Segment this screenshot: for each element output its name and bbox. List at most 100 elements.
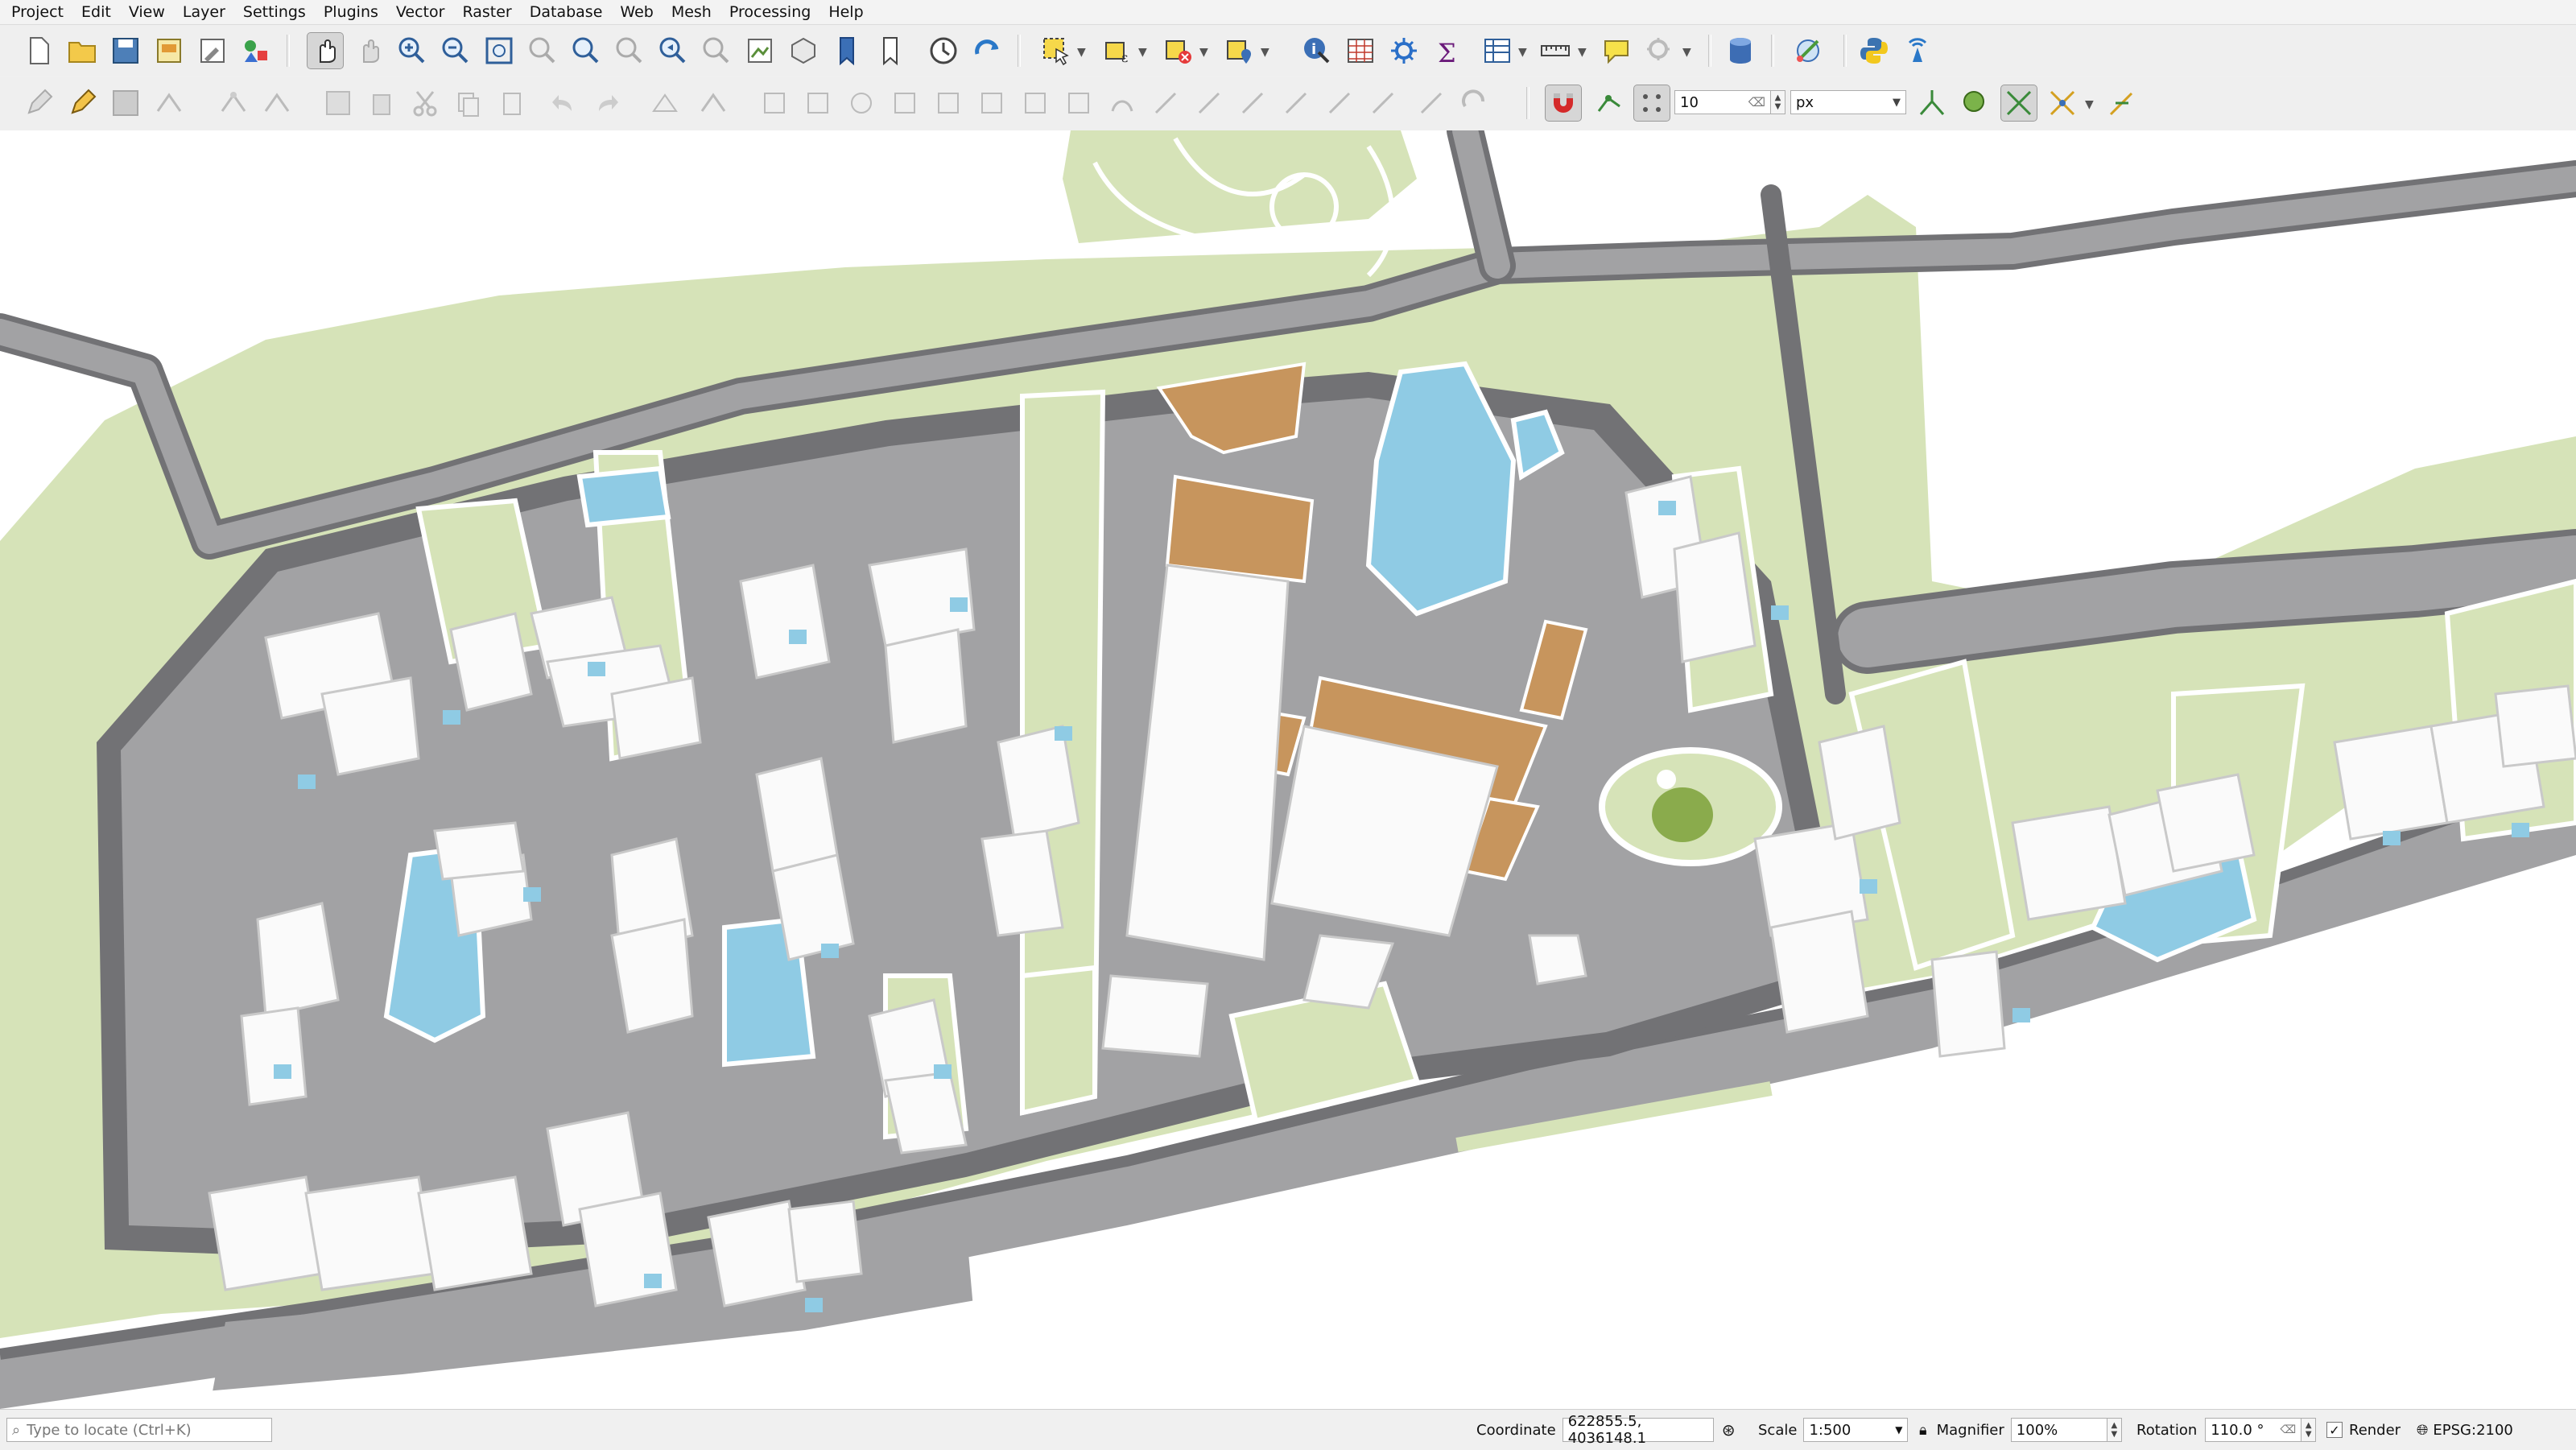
annotation-icon[interactable] <box>1642 33 1678 68</box>
menu-edit[interactable]: Edit <box>72 0 120 24</box>
chevron-down-icon[interactable]: ▼ <box>1578 46 1587 59</box>
coordinate-field[interactable]: 622855.5, 4036148.1 <box>1562 1413 1714 1447</box>
temporal-controller-icon[interactable] <box>926 33 961 68</box>
map-canvas[interactable] <box>0 130 2576 1409</box>
reshape-icon[interactable] <box>1061 85 1096 121</box>
select-by-expression-icon[interactable]: ε <box>1100 33 1135 68</box>
attribute-table-icon[interactable] <box>1343 33 1378 68</box>
rotate-label-icon[interactable] <box>1457 85 1492 121</box>
snapping-vertex-icon[interactable] <box>1592 85 1628 121</box>
menu-web[interactable]: Web <box>611 0 662 24</box>
menu-view[interactable]: View <box>120 0 174 24</box>
toggle-editing-icon[interactable] <box>64 85 100 121</box>
clear-icon[interactable]: ⌫ <box>2280 1423 2296 1436</box>
pan-to-selection-icon[interactable] <box>351 33 386 68</box>
add-ring-icon[interactable] <box>844 85 879 121</box>
vertex-editor-icon[interactable] <box>259 85 295 121</box>
magnifier-field[interactable]: 100% <box>2010 1418 2107 1442</box>
offset-curve-icon[interactable] <box>1104 85 1140 121</box>
menu-layer[interactable]: Layer <box>174 0 234 24</box>
chevron-down-icon[interactable]: ▼ <box>1138 46 1147 59</box>
paste-icon[interactable] <box>494 85 530 121</box>
chevron-down-icon[interactable]: ▼ <box>1261 46 1269 59</box>
vertex-tool-icon[interactable] <box>216 85 251 121</box>
merge-features-icon[interactable] <box>1235 85 1270 121</box>
refresh-icon[interactable] <box>969 33 1005 68</box>
rotate-point-icon[interactable] <box>1322 85 1357 121</box>
field-calculator-icon[interactable]: Σ <box>1430 33 1465 68</box>
georeferencer-icon[interactable] <box>1790 33 1826 68</box>
copy-icon[interactable] <box>451 85 486 121</box>
chevron-down-icon[interactable]: ▼ <box>1199 46 1208 59</box>
zoom-out-icon[interactable] <box>438 33 473 68</box>
save-edits-icon[interactable] <box>108 85 143 121</box>
zoom-native-icon[interactable] <box>612 33 647 68</box>
identify-icon[interactable]: i <box>1299 33 1335 68</box>
python-console-icon[interactable] <box>1856 33 1892 68</box>
digitize-icon[interactable] <box>151 85 187 121</box>
trim-extend-icon[interactable] <box>1365 85 1401 121</box>
locator-input[interactable]: ⌕ Type to locate (Ctrl+K) <box>6 1418 272 1442</box>
merge-attributes-icon[interactable] <box>1278 85 1314 121</box>
new-bookmark-icon[interactable] <box>829 33 865 68</box>
crs-label[interactable]: EPSG:2100 <box>2433 1422 2512 1439</box>
menu-help[interactable]: Help <box>819 0 872 24</box>
topological-editing-icon[interactable] <box>1914 85 1950 121</box>
new-3d-view-icon[interactable] <box>786 33 821 68</box>
render-checkbox[interactable]: ✓ <box>2326 1422 2343 1438</box>
self-snapping-icon[interactable] <box>2045 85 2080 121</box>
pan-icon[interactable] <box>307 32 344 69</box>
snapping-tolerance-input[interactable]: 10 ⌫ <box>1674 90 1771 114</box>
map-tips-icon[interactable] <box>1599 33 1634 68</box>
open-project-icon[interactable] <box>64 33 100 68</box>
magnifier-spinner[interactable]: ▲ ▼ <box>2107 1418 2122 1442</box>
zoom-in-icon[interactable] <box>394 33 430 68</box>
cut-icon[interactable] <box>407 85 443 121</box>
tracing-icon[interactable] <box>2104 85 2140 121</box>
new-map-view-icon[interactable] <box>742 33 778 68</box>
style-manager-icon[interactable] <box>238 33 274 68</box>
undo-icon[interactable] <box>546 85 581 121</box>
chevron-down-icon[interactable]: ▼ <box>2085 98 2094 111</box>
split-parts-icon[interactable] <box>1191 85 1227 121</box>
simplify-icon[interactable] <box>800 85 836 121</box>
save-project-icon[interactable] <box>108 33 143 68</box>
new-project-icon[interactable] <box>21 33 56 68</box>
delete-ring-icon[interactable] <box>974 85 1009 121</box>
avoid-overlap-icon[interactable] <box>2000 85 2037 122</box>
split-features-icon[interactable] <box>1148 85 1183 121</box>
menu-plugins[interactable]: Plugins <box>315 0 387 24</box>
rotate-feature-icon[interactable] <box>757 85 792 121</box>
delete-selected-icon[interactable] <box>364 85 399 121</box>
edit-pencil-icon[interactable] <box>21 85 56 121</box>
locator-bar[interactable]: ⌕ Type to locate (Ctrl+K) <box>6 1417 272 1443</box>
label-tool-icon[interactable] <box>1414 85 1449 121</box>
menu-processing[interactable]: Processing <box>720 0 819 24</box>
measure-icon[interactable] <box>1538 33 1573 68</box>
toggle-extents-icon[interactable]: ⊛ <box>1722 1420 1736 1440</box>
menu-settings[interactable]: Settings <box>234 0 315 24</box>
digitize-shape-icon[interactable] <box>647 85 683 121</box>
select-features-icon[interactable] <box>1038 33 1074 68</box>
crs-group[interactable]: 🌐︎ EPSG:2100 <box>2417 1417 2513 1443</box>
menu-project[interactable]: Project <box>0 0 72 24</box>
menu-vector[interactable]: Vector <box>387 0 454 24</box>
layout-manager-icon[interactable] <box>195 33 230 68</box>
menu-database[interactable]: Database <box>521 0 612 24</box>
redo-icon[interactable] <box>589 85 625 121</box>
open-attribute-table-icon[interactable] <box>1480 33 1515 68</box>
map-render[interactable] <box>0 130 2576 1409</box>
zoom-next-icon[interactable] <box>699 33 734 68</box>
show-bookmarks-icon[interactable] <box>873 33 908 68</box>
chevron-down-icon[interactable]: ▼ <box>1682 46 1691 59</box>
db-manager-icon[interactable] <box>1723 33 1758 68</box>
select-by-location-icon[interactable] <box>1222 33 1257 68</box>
deselect-icon[interactable] <box>1161 33 1196 68</box>
scale-select[interactable]: 1:500 ▼ <box>1803 1418 1909 1442</box>
snapping-unit-select[interactable]: px ▼ <box>1790 90 1906 114</box>
chevron-down-icon[interactable]: ▼ <box>1077 46 1086 59</box>
tolerance-spinner[interactable]: ▲ ▼ <box>1771 90 1785 114</box>
snapping-units-icon[interactable] <box>1633 85 1670 122</box>
zoom-to-selection-icon[interactable] <box>525 33 560 68</box>
lock-icon[interactable]: 🔒︎ <box>1919 1422 1927 1439</box>
